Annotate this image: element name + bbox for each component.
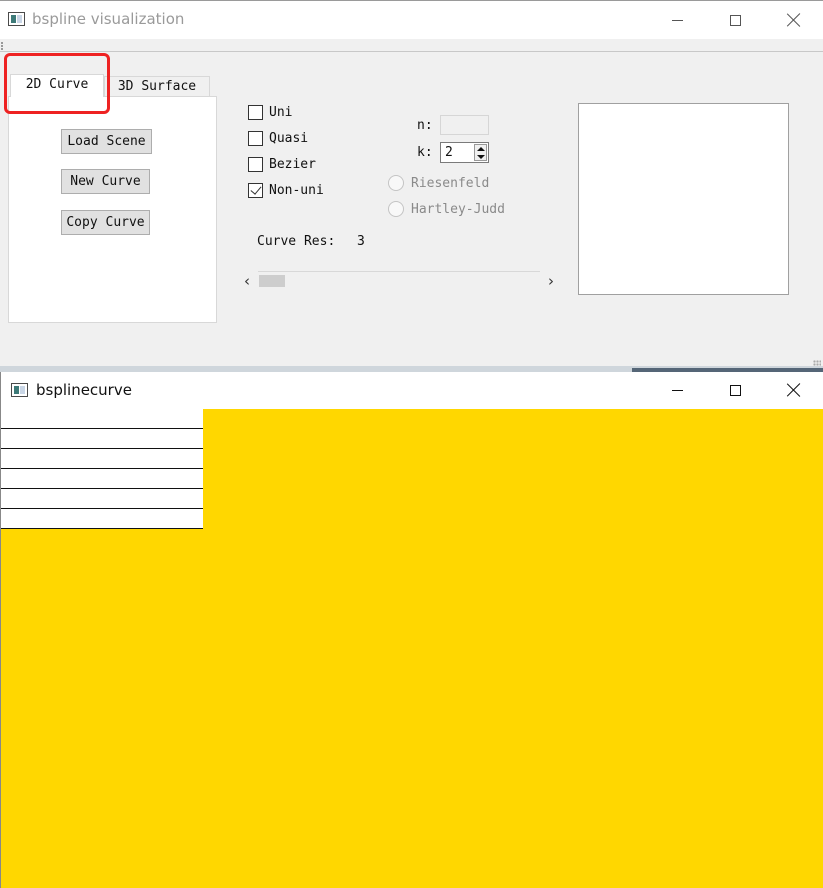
curve-window: bsplinecurve xyxy=(0,372,823,888)
radio-riesenfeld[interactable]: Riesenfeld xyxy=(388,175,489,191)
checkbox-uni-box[interactable] xyxy=(248,105,263,120)
radio-riesenfeld-label: Riesenfeld xyxy=(411,175,490,191)
k-spin-buttons[interactable] xyxy=(474,144,487,161)
radio-hartley-judd-circle[interactable] xyxy=(388,201,404,217)
toolbar-separator xyxy=(0,51,823,52)
scroll-left-icon[interactable]: ‹ xyxy=(244,272,250,290)
minimize-icon xyxy=(671,389,683,391)
minimize-icon xyxy=(671,19,683,21)
scrollbar-thumb[interactable] xyxy=(259,275,285,287)
main-window-title: bspline visualization xyxy=(32,10,185,28)
main-titlebar[interactable]: bspline visualization xyxy=(0,1,823,39)
spin-down-icon[interactable] xyxy=(477,155,485,159)
maximize-button[interactable] xyxy=(712,375,758,405)
list-bottom-border xyxy=(1,528,203,529)
maximize-button[interactable] xyxy=(712,5,758,35)
k-spinbox[interactable]: 2 xyxy=(440,142,489,163)
checkbox-quasi-label: Quasi xyxy=(269,131,309,146)
checkbox-bezier-label: Bezier xyxy=(269,157,316,172)
toolbar-grip[interactable] xyxy=(1,42,4,50)
tab-3d-surface[interactable]: 3D Surface xyxy=(104,76,210,96)
spin-up-icon[interactable] xyxy=(477,147,485,151)
checkbox-quasi-box[interactable] xyxy=(248,131,263,146)
curve-res-value: 3 xyxy=(357,234,365,249)
scroll-right-icon[interactable]: › xyxy=(548,272,554,290)
checkbox-non-uni-box[interactable] xyxy=(248,183,263,198)
list-item[interactable] xyxy=(1,448,203,468)
k-label: k: xyxy=(417,145,433,160)
n-label: n: xyxy=(417,118,433,133)
list-item[interactable] xyxy=(1,488,203,508)
scrollbar-track[interactable] xyxy=(258,271,540,272)
curve-window-title: bsplinecurve xyxy=(36,381,132,399)
copy-curve-button[interactable]: Copy Curve xyxy=(61,210,150,235)
checkbox-non-uni-label: Non-uni xyxy=(269,183,324,198)
curve-canvas[interactable] xyxy=(203,409,823,888)
close-button[interactable] xyxy=(771,375,817,405)
radio-riesenfeld-circle[interactable] xyxy=(388,175,404,191)
radio-hartley-judd[interactable]: Hartley-Judd xyxy=(388,201,505,217)
highlight-annotation xyxy=(4,53,110,114)
curve-titlebar[interactable]: bsplinecurve xyxy=(1,372,823,409)
checkbox-uni-label: Uni xyxy=(269,105,293,120)
list-item[interactable] xyxy=(1,428,203,448)
checkbox-uni[interactable]: Uni xyxy=(248,105,292,120)
k-value: 2 xyxy=(445,145,453,160)
main-window: bspline visualization 2D Curve 3D Surfac… xyxy=(0,0,823,372)
close-icon xyxy=(787,383,801,397)
minimize-button[interactable] xyxy=(654,5,700,35)
minimize-button[interactable] xyxy=(654,375,700,405)
n-input[interactable] xyxy=(440,115,489,135)
app-icon xyxy=(11,383,28,397)
close-icon xyxy=(787,13,801,27)
checkbox-quasi[interactable]: Quasi xyxy=(248,131,308,146)
close-button[interactable] xyxy=(771,5,817,35)
load-scene-button[interactable]: Load Scene xyxy=(61,129,152,154)
list-item[interactable] xyxy=(1,468,203,488)
maximize-icon xyxy=(729,384,741,396)
checkbox-bezier[interactable]: Bezier xyxy=(248,157,316,172)
curve-res-label: Curve Res: xyxy=(257,234,336,249)
checkbox-non-uni[interactable]: Non-uni xyxy=(248,183,324,198)
maximize-icon xyxy=(729,14,741,26)
app-icon xyxy=(8,12,25,26)
radio-hartley-judd-label: Hartley-Judd xyxy=(411,201,505,217)
list-item[interactable] xyxy=(1,508,203,528)
checkbox-bezier-box[interactable] xyxy=(248,157,263,172)
tab-pane-2d-curve: Load Scene New Curve Copy Curve xyxy=(8,96,217,323)
preview-panel xyxy=(578,103,789,295)
new-curve-button[interactable]: New Curve xyxy=(61,169,150,194)
curve-res-scrollbar[interactable]: ‹ › xyxy=(242,271,556,290)
